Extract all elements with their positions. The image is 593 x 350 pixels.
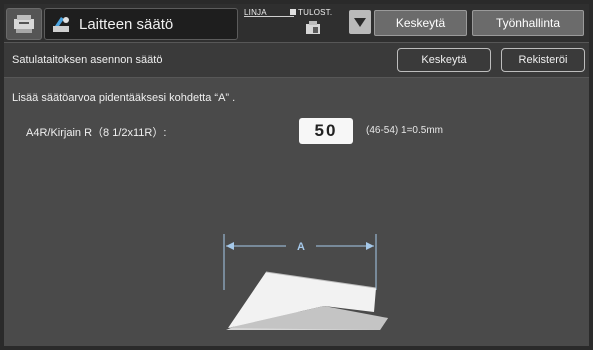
arrow-right-head [366, 242, 374, 250]
instruction-text: Lisää säätöarvoa pidentääksesi kohdetta … [12, 92, 236, 104]
printer-icon [306, 21, 320, 34]
value-input[interactable]: 50 [299, 118, 353, 144]
top-bar: Laitteen säätö LINJA TULOST. Keskeytä Ty… [4, 4, 589, 42]
home-button[interactable] [6, 8, 42, 40]
dropdown-button[interactable] [349, 10, 371, 34]
cancel-button[interactable]: Keskeytä [397, 48, 491, 72]
tulost-indicator [290, 9, 296, 15]
saddle-fold-illustration: A [223, 234, 388, 330]
sub-header: Satulataitoksen asennon säätö Keskeytä R… [4, 42, 589, 78]
linja-line [244, 16, 294, 17]
title-box: Laitteen säätö [44, 8, 238, 40]
adjustment-icon [53, 17, 69, 32]
page-title: Laitteen säätö [79, 16, 174, 33]
tulost-label: TULOST. [298, 8, 333, 17]
paper-size-label: A4R/Kirjain R（8 1/2x11R）: [26, 127, 167, 139]
stop-button[interactable]: Keskeytä [374, 10, 467, 36]
home-copier-icon [14, 15, 34, 33]
job-status-button[interactable]: Työnhallinta [472, 10, 584, 36]
range-text: (46-54) 1=0.5mm [366, 125, 443, 136]
sub-title: Satulataitoksen asennon säätö [12, 54, 163, 66]
screen: Laitteen säätö LINJA TULOST. Keskeytä Ty… [4, 4, 589, 346]
arrow-left-head [226, 242, 234, 250]
register-button[interactable]: Rekisteröi [501, 48, 585, 72]
triangle-down-icon [354, 17, 366, 27]
dimension-label: A [297, 241, 305, 253]
